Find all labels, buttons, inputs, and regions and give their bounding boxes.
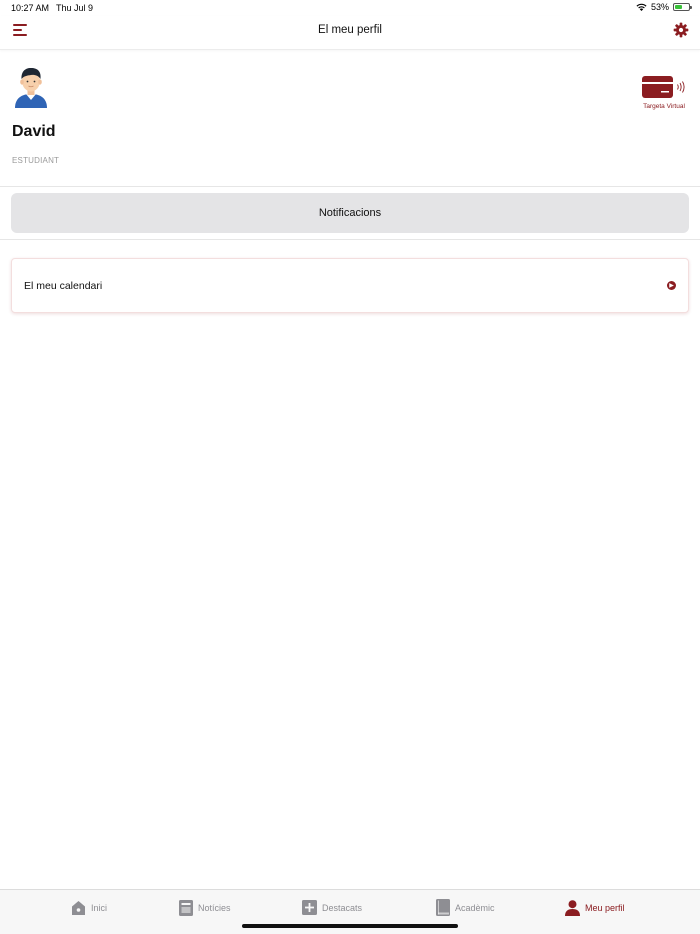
calendar-label: El meu calendari: [24, 279, 103, 292]
page-title: El meu perfil: [318, 24, 382, 36]
status-bar: 10:27 AM Thu Jul 9 53%: [0, 0, 700, 16]
navigation-bar: El meu perfil: [0, 16, 700, 50]
battery-fill: [675, 5, 682, 9]
home-indicator[interactable]: [242, 924, 458, 928]
battery-icon: [673, 3, 692, 11]
person-icon: [565, 899, 580, 916]
book-icon: [435, 899, 450, 916]
news-icon: [178, 899, 193, 916]
status-right: 53%: [636, 2, 692, 12]
user-avatar-icon: [15, 67, 47, 108]
status-date: Thu Jul 9: [56, 3, 94, 13]
notifications-button[interactable]: Notificacions: [11, 193, 689, 233]
plus-box-icon: [302, 899, 317, 916]
calendar-row[interactable]: El meu calendari ▶: [11, 258, 689, 313]
credit-card-icon: [641, 76, 673, 98]
home-icon: [71, 899, 86, 916]
chevron-right-icon: ▶: [667, 281, 676, 290]
virtual-card-label: Targeta Virtual: [643, 103, 685, 110]
virtual-card-button[interactable]: Targeta Virtual: [640, 76, 688, 110]
profile-name: David: [12, 123, 56, 140]
tab-inici[interactable]: Inici: [71, 899, 107, 916]
tab-academic[interactable]: Acadèmic: [435, 899, 495, 916]
tab-label: Destacats: [322, 902, 363, 913]
profile-role: ESTUDIANT: [12, 156, 60, 165]
tab-meu-perfil[interactable]: Meu perfil: [565, 899, 625, 916]
gear-icon[interactable]: [673, 22, 689, 38]
wifi-icon: [636, 3, 647, 11]
battery-percent: 53%: [650, 2, 669, 12]
divider: [0, 186, 700, 187]
notifications-label: Notificacions: [318, 207, 382, 219]
status-time: 10:27 AM: [11, 3, 50, 13]
tab-label: Acadèmic: [455, 902, 495, 913]
tab-destacats[interactable]: Destacats: [302, 899, 362, 916]
nfc-signal-icon: [676, 81, 685, 93]
tab-label: Notícies: [198, 902, 231, 913]
divider: [0, 239, 700, 240]
tab-noticies[interactable]: Notícies: [178, 899, 231, 916]
virtual-card-icon-row: [640, 76, 688, 98]
tab-label: Inici: [91, 902, 108, 913]
tab-label: Meu perfil: [585, 902, 625, 913]
